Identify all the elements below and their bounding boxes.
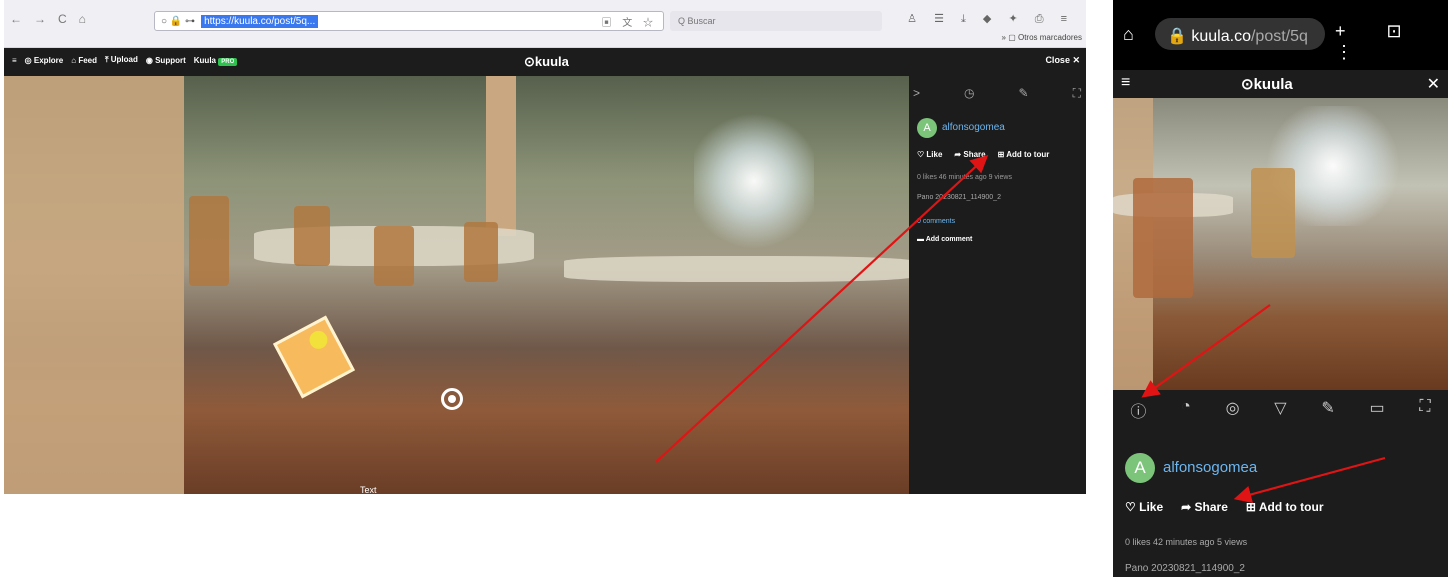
window-glare [694,106,814,256]
avatar[interactable]: A [917,118,937,138]
mobile-browser-bar: ⌂ 🔒 kuula.co/post/5q + ⊡ ⋮ [1113,0,1448,70]
hotspot-icon[interactable] [441,388,463,410]
post-meta: 0 likes 42 minutes ago 5 views [1125,537,1248,547]
share-icon: ➦ [1181,500,1192,514]
post-sidebar: > ◷ ✎ ⛶ A alfonsogomea ♡ Like ➦ Share ⊞ … [909,76,1086,494]
back-icon[interactable]: ← [10,12,22,26]
panorama-viewer[interactable]: Text [4,76,909,494]
explore-link[interactable]: ◎ Explore [25,56,64,65]
info-icon[interactable]: ⓘ [1130,398,1146,422]
url-path: /post/5q [1250,28,1308,45]
vr-icon[interactable]: ▭ [1370,398,1385,422]
add-to-tour-button[interactable]: ⊞ Add to tour [1246,500,1324,514]
heart-icon: ♡ [917,150,925,159]
menu-icon[interactable]: ≡ [1121,74,1130,92]
compass-icon: ◎ [24,55,32,65]
upload-icon: ⤒ [104,55,109,64]
edit-icon[interactable]: ✎ [1019,86,1029,101]
compass-icon[interactable]: ◎ [1226,398,1240,422]
pano-text-label[interactable]: Text [360,485,377,494]
collapse-icon[interactable]: > [913,86,920,101]
username-link[interactable]: alfonsogomea [1163,459,1257,476]
search-input[interactable]: Q Buscar [670,11,882,31]
kuula-pro-link[interactable]: Kuula PRO [194,56,238,66]
add-tour-icon: ⊞ [1245,500,1256,514]
browser-toolbar: ← → C ⌂ ○ 🔒 ⊶ https://kuula.co/post/5q..… [4,0,1086,48]
support-icon: ◉ [145,55,153,65]
mobile-screenshot: ⌂ 🔒 kuula.co/post/5q + ⊡ ⋮ ≡ ⊙kuula ✕ ⓘ … [1113,0,1448,577]
url-security-icons: ○ 🔒 ⊶ [161,15,196,27]
home-icon[interactable]: ⌂ [79,12,86,26]
support-link[interactable]: ◉ Support [146,56,186,65]
kuula-logo[interactable]: ⊙kuula [524,54,569,70]
smiley-icon [306,327,331,353]
browser-tools-icons[interactable]: ♙ ☰ ⤓ ◆ ✦ ⎙ ≡ [907,12,1074,26]
url-bar[interactable]: ○ 🔒 ⊶ https://kuula.co/post/5q... ▣ 文 ☆ [154,11,664,31]
close-icon[interactable]: ✕ [1427,74,1440,94]
timer-icon[interactable]: ◔ [1181,398,1191,422]
url-main: 🔒 kuula.co [1167,28,1251,45]
url-actions-icons[interactable]: ▣ 文 ☆ [601,14,657,29]
post-actions: ♡ Like ➦ Share ⊞ Add to tour [1125,500,1324,514]
like-button[interactable]: ♡ Like [917,150,942,159]
kuula-menu: ≡ ◎ Explore ⌂ Feed ⤒ Upload ◉ Support Ku… [12,55,238,66]
mobile-panorama-viewer[interactable] [1113,98,1448,390]
reload-icon[interactable]: C [58,12,67,26]
timer-icon[interactable]: ◷ [964,86,974,101]
add-tour-icon: ⊞ [997,150,1005,159]
home-feed-icon: ⌂ [71,55,77,65]
username-link[interactable]: alfonsogomea [942,122,1005,133]
desktop-screenshot: ← → C ⌂ ○ 🔒 ⊶ https://kuula.co/post/5q..… [4,0,1086,494]
pillar [4,76,184,494]
mobile-kuula-topbar: ≡ ⊙kuula ✕ [1113,70,1448,98]
bookmarks-bar[interactable]: » ▢ Otros marcadores [1002,33,1082,42]
url-text[interactable]: https://kuula.co/post/5q... [201,14,319,28]
pro-badge: PRO [218,57,238,66]
pano-name: Pano 20230821_114900_2 [1125,563,1245,574]
post-actions: ♡ Like ➦ Share ⊞ Add to tour [917,150,1049,159]
comments-link[interactable]: 0 comments [917,218,955,225]
kuula-topbar: ≡ ◎ Explore ⌂ Feed ⤒ Upload ◉ Support Ku… [4,48,1086,76]
heart-icon: ♡ [1125,500,1136,514]
mobile-browser-icons[interactable]: + ⊡ ⋮ [1335,21,1448,63]
table [564,256,909,282]
feed-link[interactable]: ⌂ Feed [71,56,97,65]
add-comment-button[interactable]: ▬ Add comment [917,236,972,243]
post-meta: 0 likes 46 minutes ago 9 views [917,174,1012,181]
pano-name: Pano 20230821_114900_2 [917,194,1001,201]
comment-icon: ▬ [917,236,924,243]
share-icon: ➦ [954,150,962,159]
fullscreen-icon[interactable]: ⛶ [1419,398,1430,422]
share-button[interactable]: ➦ Share [954,150,985,159]
mobile-viewer-toolbar: ⓘ ◔ ◎ ▽ ✎ ▭ ⛶ [1113,398,1448,422]
share-button[interactable]: ➦ Share [1181,500,1228,514]
add-to-tour-button[interactable]: ⊞ Add to tour [998,150,1050,159]
kuula-logo[interactable]: ⊙kuula [1241,75,1293,93]
home-icon[interactable]: ⌂ [1123,24,1134,45]
menu-icon[interactable]: ≡ [12,56,17,65]
chair [1133,178,1193,298]
close-button[interactable]: Close ✕ [1045,55,1080,66]
chair [1251,168,1295,258]
chair [294,206,330,266]
edit-icon[interactable]: ✎ [1321,398,1334,422]
like-button[interactable]: ♡ Like [1125,500,1163,514]
chair [464,222,498,282]
fullscreen-icon[interactable]: ⛶ [1073,86,1081,101]
browser-nav: ← → C ⌂ [10,12,86,26]
gyro-icon[interactable]: ▽ [1274,398,1286,422]
mobile-url-bar[interactable]: 🔒 kuula.co/post/5q [1155,18,1325,50]
sidebar-tabs: > ◷ ✎ ⛶ [913,86,1081,101]
pillar [486,76,516,236]
avatar[interactable]: A [1125,453,1155,483]
forward-icon[interactable]: → [34,12,46,26]
upload-link[interactable]: ⤒ Upload [105,55,138,65]
sticker-image[interactable] [272,315,356,399]
chair [374,226,414,286]
chair [189,196,229,286]
